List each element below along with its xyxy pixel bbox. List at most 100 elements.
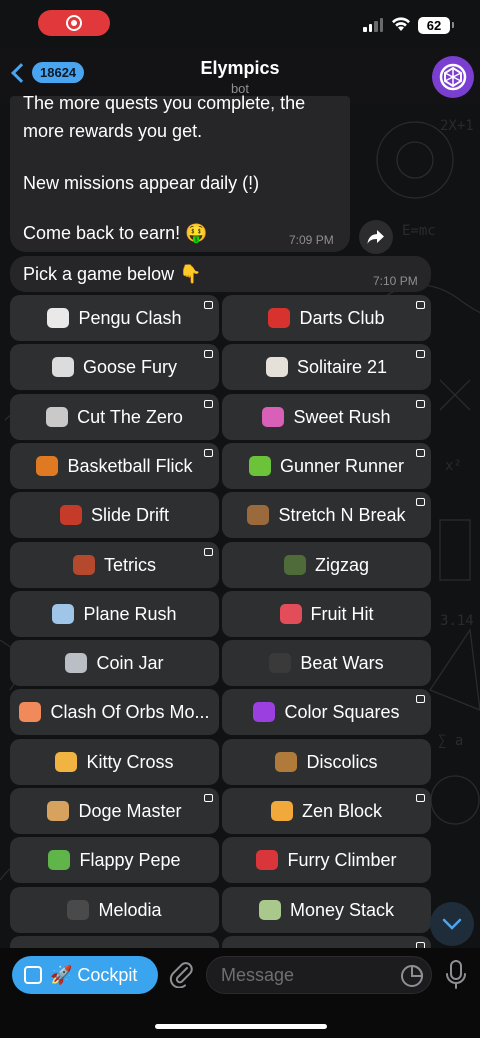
message-composer: 🚀 Cockpit bbox=[0, 948, 480, 1038]
game-button[interactable]: Gunner Runner bbox=[222, 443, 431, 489]
sticker-icon[interactable] bbox=[400, 964, 424, 988]
game-button[interactable]: Slide Drift bbox=[10, 492, 219, 538]
forward-icon bbox=[367, 230, 384, 244]
game-button-label: Slide Drift bbox=[90, 504, 170, 525]
basketball-icon bbox=[36, 456, 59, 476]
meditation-icon bbox=[270, 801, 293, 821]
game-button-label: Money Stack bbox=[289, 899, 395, 920]
open-app-icon bbox=[416, 695, 425, 703]
game-button[interactable]: Doge Master bbox=[10, 788, 219, 834]
penguin-icon bbox=[47, 308, 70, 328]
record-icon bbox=[66, 15, 82, 31]
game-button-label: Kitty Cross bbox=[86, 751, 174, 772]
helmet-icon bbox=[283, 555, 306, 575]
open-app-icon bbox=[204, 449, 213, 457]
game-button[interactable]: Flappy Pepe bbox=[10, 837, 219, 883]
game-button-label: Goose Fury bbox=[82, 356, 178, 377]
frog-icon bbox=[48, 850, 71, 870]
game-button[interactable]: Darts Club bbox=[222, 295, 431, 341]
open-app-icon bbox=[204, 301, 213, 309]
open-app-icon bbox=[416, 449, 425, 457]
cards-icon bbox=[265, 357, 288, 377]
game-button-label: Stretch N Break bbox=[278, 504, 406, 525]
game-button[interactable]: Zigzag bbox=[222, 542, 431, 588]
game-button[interactable]: Sweet Rush bbox=[222, 394, 431, 440]
game-button[interactable]: Tetrics bbox=[10, 542, 219, 588]
game-button-label: Beat Wars bbox=[300, 652, 384, 673]
message-line: more rewards you get. bbox=[23, 121, 203, 141]
wifi-icon bbox=[392, 17, 410, 31]
game-button[interactable]: Furry Climber bbox=[222, 837, 431, 883]
message-time: 7:10 PM bbox=[373, 274, 418, 288]
hockey-stick-icon bbox=[275, 752, 298, 772]
money-wings-icon bbox=[258, 900, 281, 920]
bow-arrow-icon bbox=[247, 505, 270, 525]
svg-text:3.14: 3.14 bbox=[440, 613, 474, 629]
game-button[interactable]: Color Squares bbox=[222, 689, 431, 735]
battery-icon: 62 bbox=[418, 17, 454, 34]
game-button-label: Color Squares bbox=[284, 701, 400, 722]
game-button[interactable]: Discolics bbox=[222, 739, 431, 785]
cat-icon bbox=[55, 752, 78, 772]
svg-text:∑ a: ∑ a bbox=[438, 733, 463, 749]
game-button[interactable]: Money Stack bbox=[222, 887, 431, 933]
game-button-label: Cut The Zero bbox=[77, 406, 183, 427]
chat-title[interactable]: Elympics bbox=[0, 58, 480, 79]
battery-level: 62 bbox=[426, 18, 442, 33]
game-button[interactable]: Melodia bbox=[10, 887, 219, 933]
scroll-down-button[interactable] bbox=[430, 902, 474, 946]
game-button-label: Coin Jar bbox=[96, 652, 164, 673]
game-button-label: Flappy Pepe bbox=[79, 849, 181, 870]
game-button[interactable]: Basketball Flick bbox=[10, 443, 219, 489]
game-button[interactable]: Fruit Hit bbox=[222, 591, 431, 637]
message-input[interactable] bbox=[206, 956, 432, 994]
dog-icon bbox=[47, 801, 70, 821]
game-button-label: Doge Master bbox=[78, 800, 182, 821]
ice-cream-icon bbox=[19, 702, 42, 722]
message-bubble-pick-game[interactable]: Pick a game below 👇 7:10 PM bbox=[10, 256, 431, 292]
game-button[interactable]: Solitaire 21 bbox=[222, 344, 431, 390]
game-button[interactable]: Kitty Cross bbox=[10, 739, 219, 785]
game-button[interactable]: Beat Wars bbox=[222, 640, 431, 686]
music-notes-icon bbox=[269, 653, 292, 673]
signal-icon bbox=[363, 18, 383, 32]
open-app-icon bbox=[416, 498, 425, 506]
jar-icon bbox=[65, 653, 88, 673]
paperclip-icon[interactable] bbox=[168, 960, 194, 988]
cockpit-menu-button[interactable]: 🚀 Cockpit bbox=[12, 956, 158, 994]
water-pistol-icon bbox=[248, 456, 271, 476]
game-button[interactable]: Cut The Zero bbox=[10, 394, 219, 440]
game-button[interactable]: Pengu Clash bbox=[10, 295, 219, 341]
scissors-icon bbox=[46, 407, 69, 427]
watermelon-icon bbox=[279, 604, 302, 624]
game-button[interactable]: Zen Block bbox=[222, 788, 431, 834]
status-bar: 62 bbox=[0, 0, 480, 48]
game-button-label: Plane Rush bbox=[83, 603, 177, 624]
game-button-label: Furry Climber bbox=[287, 849, 397, 870]
game-button[interactable]: Clash Of Orbs Mo... bbox=[10, 689, 219, 735]
message-line: Come back to earn! 🤑 bbox=[23, 223, 208, 243]
game-button-label: Discolics bbox=[306, 751, 378, 772]
message-bubble-quests[interactable]: The more quests you complete, the more r… bbox=[10, 93, 350, 252]
dart-icon bbox=[268, 308, 291, 328]
screen-record-indicator[interactable] bbox=[38, 10, 110, 36]
game-button-label: Zigzag bbox=[314, 554, 370, 575]
message-line: The more quests you complete, the bbox=[23, 93, 306, 113]
forward-button[interactable] bbox=[359, 220, 393, 254]
music-note-icon bbox=[67, 900, 90, 920]
microphone-icon[interactable] bbox=[445, 960, 467, 990]
game-button[interactable]: Plane Rush bbox=[10, 591, 219, 637]
chevron-down-icon bbox=[442, 918, 462, 930]
game-button-label: Gunner Runner bbox=[279, 455, 405, 476]
game-button-label: Fruit Hit bbox=[310, 603, 374, 624]
game-button-label: Clash Of Orbs Mo... bbox=[50, 701, 210, 722]
game-button-label: Darts Club bbox=[299, 307, 385, 328]
game-button-label: Basketball Flick bbox=[67, 455, 193, 476]
bot-avatar-icon[interactable] bbox=[432, 56, 474, 98]
svg-text:x²: x² bbox=[445, 458, 462, 474]
message-line: New missions appear daily (!) bbox=[23, 173, 260, 193]
game-button[interactable]: Goose Fury bbox=[10, 344, 219, 390]
webapp-icon bbox=[24, 966, 42, 984]
game-button[interactable]: Stretch N Break bbox=[222, 492, 431, 538]
game-button[interactable]: Coin Jar bbox=[10, 640, 219, 686]
